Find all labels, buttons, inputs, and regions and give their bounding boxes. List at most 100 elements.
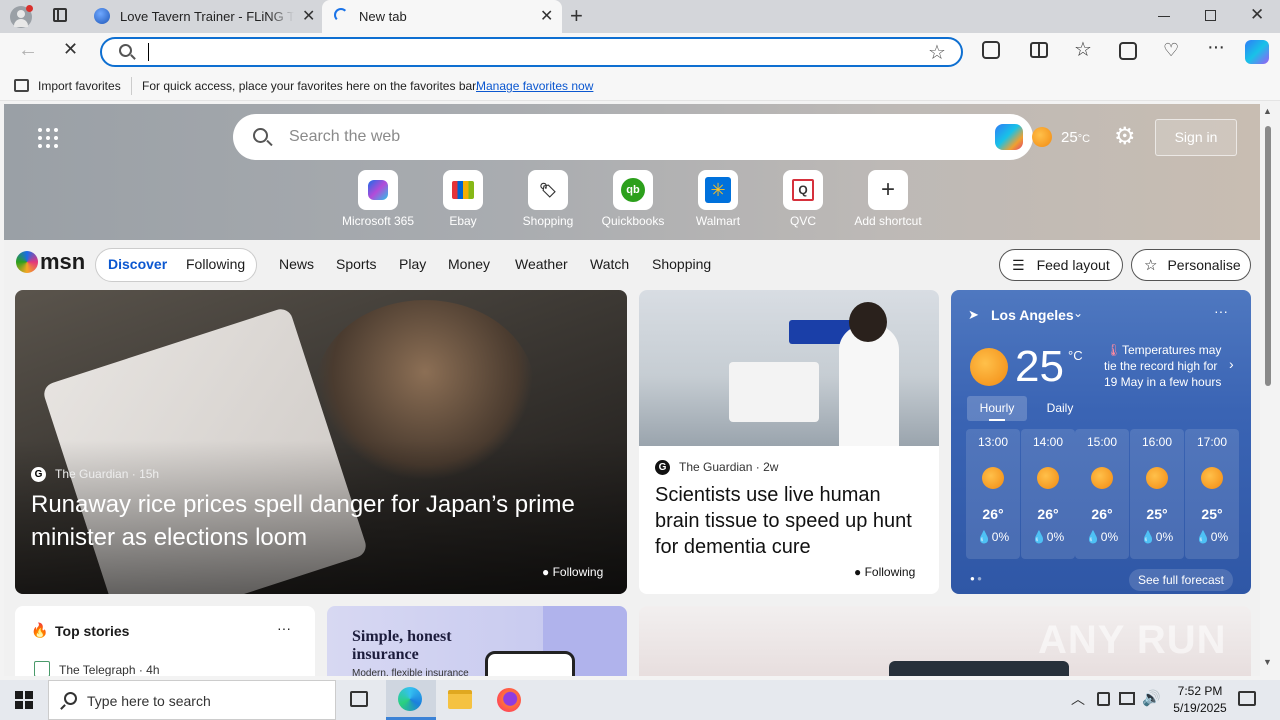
- hero-story-card[interactable]: G The Guardian · 15h Runaway rice prices…: [15, 290, 627, 594]
- shortcut-label: Quickbooks: [601, 214, 665, 228]
- weather-sun-icon[interactable]: [1032, 127, 1052, 147]
- clock-time[interactable]: 7:52 PM: [1170, 684, 1230, 698]
- weather-card[interactable]: ➤ Los Angeles ⌄ ··· 25 °C 🌡 Temperatures…: [951, 290, 1251, 594]
- microsoft365-icon: [358, 170, 398, 210]
- add-favorite-star-icon[interactable]: ☆: [928, 40, 946, 65]
- show-hidden-icons[interactable]: ︿: [1071, 689, 1085, 709]
- nav-play[interactable]: Play: [399, 256, 426, 272]
- browser-essentials-icon[interactable]: ♡: [1163, 40, 1179, 61]
- chevron-down-icon[interactable]: ⌄: [1073, 306, 1083, 320]
- taskbar-file-explorer-icon[interactable]: [448, 690, 472, 709]
- shortcut-microsoft365[interactable]: Microsoft 365: [338, 170, 418, 228]
- shortcut-quickbooks[interactable]: qb Quickbooks: [593, 170, 673, 228]
- restore-button[interactable]: [1205, 10, 1216, 21]
- weather-location[interactable]: Los Angeles: [991, 307, 1074, 323]
- check-circle-icon: ●: [854, 565, 862, 579]
- globe-icon: [94, 8, 110, 24]
- tab-discover[interactable]: Discover: [108, 256, 167, 272]
- tab-actions-icon[interactable]: [53, 8, 67, 22]
- extensions-icon[interactable]: [982, 41, 1000, 59]
- collections-icon[interactable]: [1119, 42, 1137, 60]
- settings-gear-icon[interactable]: ⚙: [1114, 122, 1136, 151]
- shortcut-shopping[interactable]: 🏷 Shopping: [508, 170, 588, 228]
- favorites-icon[interactable]: ☆: [1074, 37, 1092, 62]
- guardian-icon: G: [655, 460, 670, 475]
- scroll-down-arrow-icon[interactable]: ▼: [1263, 657, 1272, 667]
- story-card[interactable]: G The Guardian · 2w Scientists use live …: [639, 290, 939, 594]
- tab-following[interactable]: Following: [186, 256, 245, 272]
- story-title[interactable]: Scientists use live human brain tissue t…: [655, 482, 925, 560]
- nav-money[interactable]: Money: [448, 256, 490, 272]
- insurance-ad-card[interactable]: Simple, honest insurance Modern, flexibl…: [327, 606, 627, 676]
- address-bar[interactable]: ☆: [100, 37, 963, 67]
- location-arrow-icon: ➤: [968, 307, 979, 322]
- shortcut-ebay[interactable]: Ebay: [423, 170, 503, 228]
- address-input[interactable]: [148, 43, 908, 61]
- taskbar-edge-icon[interactable]: [386, 680, 436, 720]
- meet-now-icon[interactable]: [1097, 692, 1110, 706]
- copilot-search-icon[interactable]: [995, 124, 1023, 150]
- scroll-thumb[interactable]: [1265, 126, 1271, 386]
- nav-watch[interactable]: Watch: [590, 256, 629, 272]
- minimize-button[interactable]: [1158, 16, 1170, 17]
- hourly-forecast-item: 15:00 26° 💧0%: [1075, 429, 1129, 559]
- back-button[interactable]: ←: [18, 39, 38, 62]
- taskbar-search-box[interactable]: Type here to search: [48, 680, 336, 720]
- tab-new-tab[interactable]: New tab ✕: [322, 0, 562, 33]
- personalise-button[interactable]: ☆ Personalise: [1131, 249, 1251, 281]
- chevron-right-icon[interactable]: ›: [1229, 356, 1234, 372]
- clock-date[interactable]: 5/19/2025: [1165, 701, 1235, 715]
- taskbar-firefox-icon[interactable]: [497, 688, 521, 712]
- manage-favorites-link[interactable]: Manage favorites now: [476, 79, 593, 93]
- profile-icon[interactable]: [10, 5, 33, 28]
- tab-daily[interactable]: Daily: [1035, 396, 1085, 421]
- feed-layout-button[interactable]: ☰ Feed layout: [999, 249, 1123, 281]
- carousel-dots[interactable]: ● ●: [970, 574, 982, 583]
- shortcut-add[interactable]: + Add shortcut: [848, 170, 928, 228]
- nav-sports[interactable]: Sports: [336, 256, 376, 272]
- nav-shopping[interactable]: Shopping: [652, 256, 711, 272]
- story-title[interactable]: Runaway rice prices spell danger for Jap…: [31, 488, 601, 554]
- tab-title: New tab: [359, 9, 407, 24]
- more-options-icon[interactable]: ···: [277, 620, 291, 636]
- app-launcher-icon[interactable]: [38, 128, 58, 148]
- shortcut-qvc[interactable]: Q QVC: [763, 170, 843, 228]
- scroll-up-arrow-icon[interactable]: ▲: [1263, 106, 1272, 116]
- personalise-label: Personalise: [1167, 257, 1241, 273]
- following-badge[interactable]: ● Following: [542, 565, 603, 579]
- windows-start-icon[interactable]: [15, 691, 33, 709]
- tab-hourly[interactable]: Hourly: [967, 396, 1027, 421]
- new-tab-button[interactable]: +: [570, 3, 583, 29]
- story-source: The Guardian · 15h: [55, 467, 160, 481]
- header-temperature[interactable]: 25°C: [1061, 129, 1090, 146]
- web-search-input[interactable]: Search the web: [289, 128, 400, 146]
- copilot-icon[interactable]: [1245, 40, 1269, 64]
- network-icon[interactable]: [1119, 692, 1135, 705]
- weather-alert[interactable]: Temperatures may tie the record high for…: [1104, 342, 1226, 390]
- split-screen-icon[interactable]: [1030, 42, 1048, 58]
- shortcut-walmart[interactable]: ✳ Walmart: [678, 170, 758, 228]
- nav-news[interactable]: News: [279, 256, 314, 272]
- stop-loading-button[interactable]: ✕: [63, 39, 78, 60]
- settings-more-icon[interactable]: ···: [1207, 36, 1225, 59]
- sign-in-button[interactable]: Sign in: [1155, 119, 1237, 156]
- tab-hourly-underline: [989, 419, 1005, 421]
- vertical-scrollbar[interactable]: ▲ ▼: [1262, 104, 1274, 676]
- import-favorites-button[interactable]: Import favorites: [38, 79, 121, 93]
- new-tab-page: Search the web 25°C ⚙ Sign in Microsoft …: [4, 104, 1260, 676]
- taskbar-search-input[interactable]: Type here to search: [87, 693, 211, 709]
- volume-icon[interactable]: 🔊: [1142, 689, 1161, 707]
- following-badge[interactable]: ● Following: [854, 565, 915, 579]
- close-tab-icon[interactable]: ✕: [302, 6, 315, 26]
- tab-love-tavern[interactable]: Love Tavern Trainer - FLiNG Trainer ✕: [84, 0, 322, 33]
- task-view-icon[interactable]: [350, 691, 368, 707]
- hour-time: 17:00: [1196, 435, 1228, 449]
- more-options-icon[interactable]: ···: [1214, 303, 1228, 319]
- nav-weather[interactable]: Weather: [515, 256, 568, 272]
- close-window-button[interactable]: ✕: [1250, 5, 1264, 25]
- notifications-icon[interactable]: [1238, 691, 1256, 706]
- hourly-forecast-item: 13:00 26° 💧0%: [966, 429, 1020, 559]
- close-tab-icon[interactable]: ✕: [540, 6, 553, 26]
- web-search-box[interactable]: Search the web: [233, 114, 1033, 160]
- see-full-forecast-link[interactable]: See full forecast: [1129, 569, 1233, 591]
